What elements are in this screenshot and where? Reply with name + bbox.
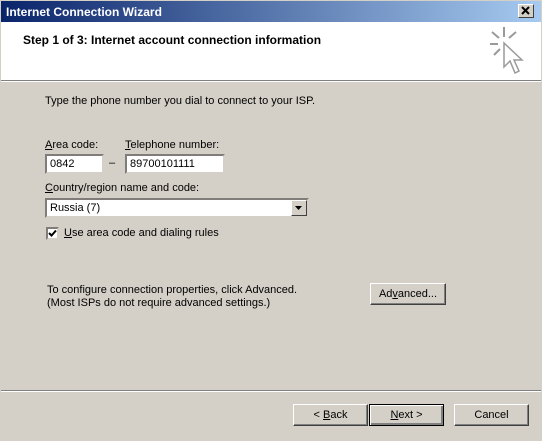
country-label: Country/region name and code: bbox=[45, 182, 200, 194]
advanced-info-line2: (Most ISPs do not require advanced setti… bbox=[47, 297, 271, 309]
country-selected-value: Russia (7) bbox=[50, 202, 101, 214]
advanced-info-line1: To configure connection properties, clic… bbox=[47, 284, 298, 296]
close-icon bbox=[521, 6, 530, 15]
telephone-label: Telephone number: bbox=[125, 139, 220, 151]
use-area-code-checkbox[interactable] bbox=[46, 227, 59, 240]
next-button[interactable]: Next > bbox=[369, 404, 444, 426]
area-code-input[interactable]: 0842 bbox=[45, 154, 104, 174]
back-button[interactable]: < Back bbox=[293, 404, 368, 426]
phone-separator: – bbox=[109, 157, 116, 169]
instruction-text: Type the phone number you dial to connec… bbox=[45, 95, 316, 107]
footer-separator-highlight bbox=[1, 391, 541, 392]
telephone-input[interactable]: 89700101111 bbox=[125, 154, 225, 174]
chevron-down-icon bbox=[295, 206, 302, 210]
page-title: Step 1 of 3: Internet account connection… bbox=[23, 33, 322, 47]
area-code-label: Area code: bbox=[45, 139, 99, 151]
window-title: Internet Connection Wizard bbox=[6, 5, 162, 19]
advanced-button[interactable]: Advanced... bbox=[370, 283, 446, 305]
checkmark-icon bbox=[48, 229, 57, 237]
wizard-header bbox=[1, 22, 541, 80]
cancel-button[interactable]: Cancel bbox=[454, 404, 529, 426]
header-separator-highlight bbox=[1, 81, 541, 82]
country-select[interactable]: Russia (7) bbox=[45, 198, 309, 218]
cursor-sparkle-icon bbox=[490, 27, 524, 75]
close-button[interactable] bbox=[518, 4, 534, 18]
title-bar: Internet Connection Wizard bbox=[0, 0, 542, 22]
use-area-code-label[interactable]: Use area code and dialing rules bbox=[64, 227, 219, 239]
dropdown-button[interactable] bbox=[291, 200, 307, 216]
